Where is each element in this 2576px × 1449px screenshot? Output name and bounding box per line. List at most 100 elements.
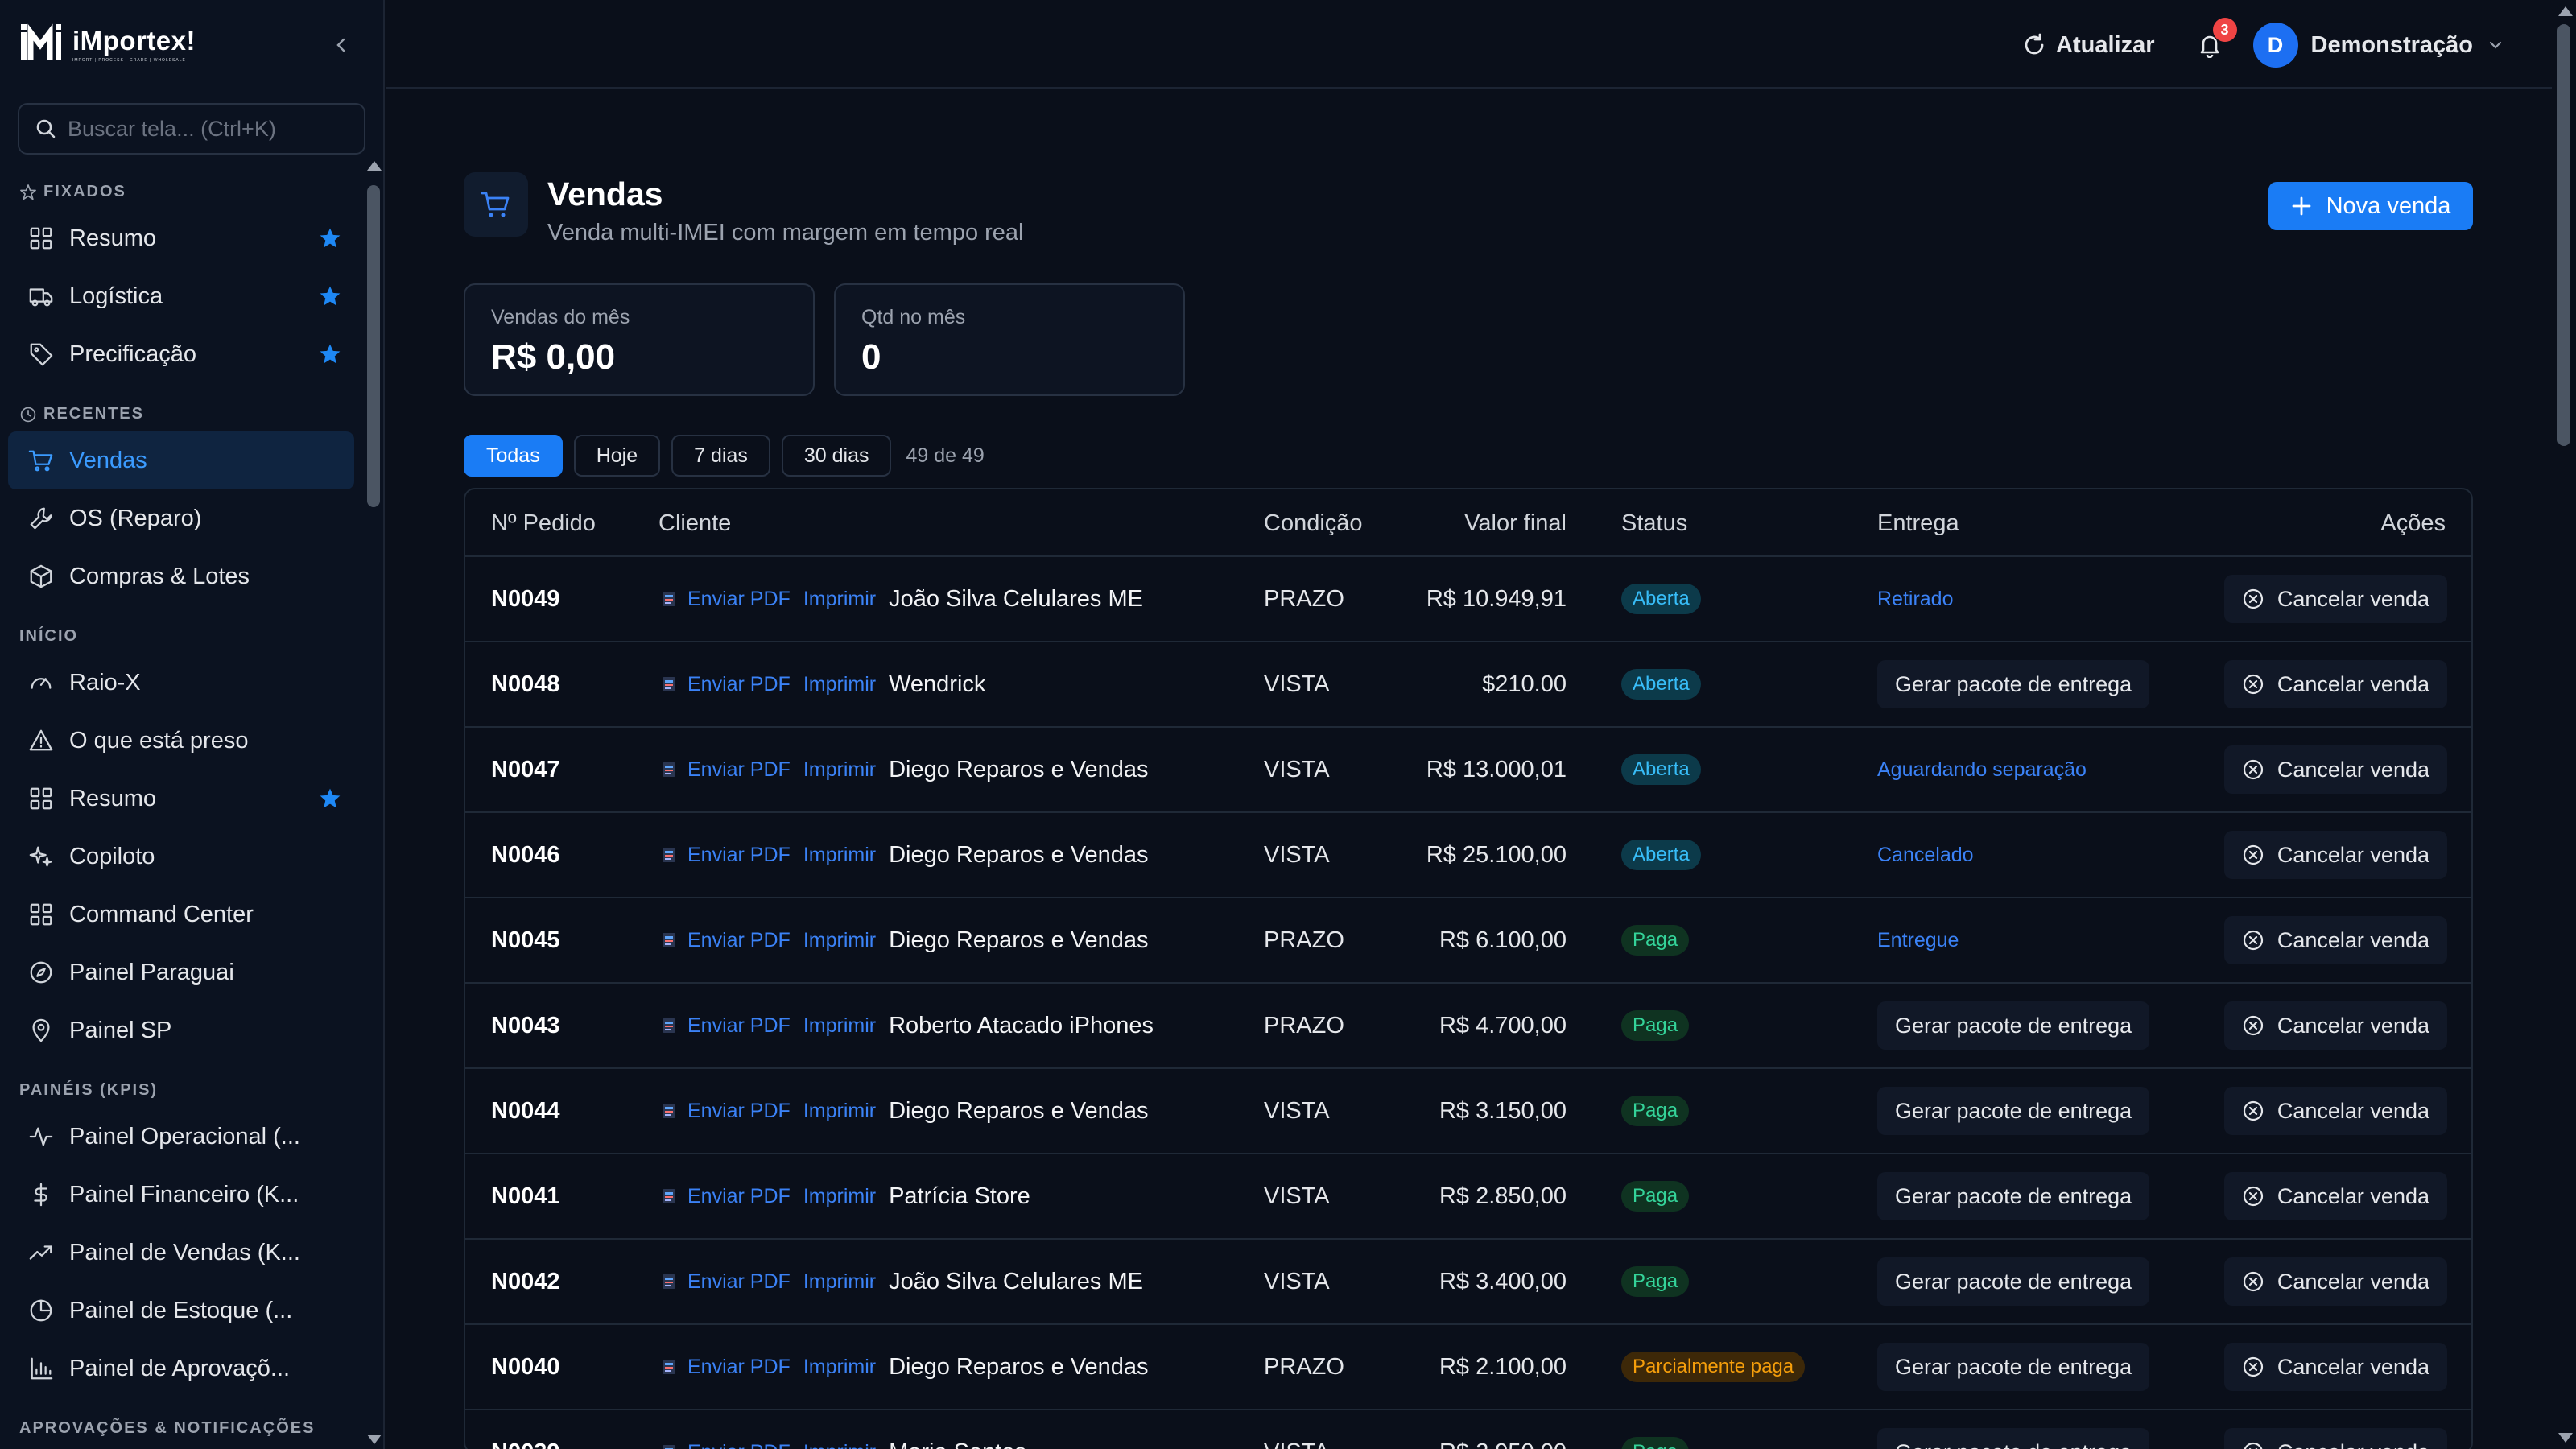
search-input[interactable] [68, 116, 357, 142]
print-link[interactable]: Imprimir [803, 1441, 876, 1449]
cancel-sale-button[interactable]: Cancelar venda [2223, 1257, 2447, 1306]
column-header-delivery[interactable]: Entrega [1877, 489, 1959, 557]
sidebar-item-painel-financeiro-k[interactable]: Painel Financeiro (K... [8, 1166, 354, 1224]
column-header-order[interactable]: Nº Pedido [491, 489, 596, 557]
generate-delivery-button[interactable]: Gerar pacote de entrega [1877, 1257, 2150, 1306]
sidebar-item-o-que-esta-preso[interactable]: O que está preso [8, 712, 354, 770]
table-row[interactable]: N0049 Enviar PDF Imprimir João Silva Celula… [465, 557, 2471, 642]
notifications-button[interactable]: 3 [2192, 18, 2237, 63]
cancel-sale-button[interactable]: Cancelar venda [2223, 745, 2447, 794]
sidebar-item-vendas[interactable]: Vendas [8, 431, 354, 489]
delivery-status-link[interactable]: Cancelado [1877, 844, 1974, 867]
scrollbar-thumb[interactable] [367, 185, 380, 507]
refresh-button[interactable]: Atualizar [2022, 32, 2155, 59]
send-pdf-link[interactable]: Enviar PDF [687, 1100, 791, 1123]
sidebar-item-compras-lotes[interactable]: Compras & Lotes [8, 547, 354, 605]
cancel-sale-button[interactable]: Cancelar venda [2223, 916, 2447, 964]
print-link[interactable]: Imprimir [803, 1185, 876, 1208]
print-link[interactable]: Imprimir [803, 1270, 876, 1294]
sidebar-item-raio-x[interactable]: Raio-X [8, 654, 354, 712]
scroll-up-arrow[interactable] [2558, 6, 2573, 16]
filter-7-days-button[interactable]: 7 dias [671, 435, 770, 477]
cancel-sale-button[interactable]: Cancelar venda [2223, 1172, 2447, 1220]
send-pdf-link[interactable]: Enviar PDF [687, 758, 791, 782]
send-pdf-link[interactable]: Enviar PDF [687, 673, 791, 696]
column-header-client[interactable]: Cliente [658, 489, 731, 557]
send-pdf-link[interactable]: Enviar PDF [687, 929, 791, 952]
send-pdf-link[interactable]: Enviar PDF [687, 588, 791, 611]
column-header-condition[interactable]: Condição [1264, 489, 1363, 557]
scroll-up-arrow[interactable] [367, 161, 382, 171]
sidebar-item-fila-de-aprovacoes[interactable]: Fila de Aprovações [8, 1446, 354, 1449]
print-link[interactable]: Imprimir [803, 588, 876, 611]
table-row[interactable]: N0040 Enviar PDF Imprimir Diego Reparos e V… [465, 1325, 2471, 1410]
generate-delivery-button[interactable]: Gerar pacote de entrega [1877, 660, 2150, 708]
cancel-sale-button[interactable]: Cancelar venda [2223, 831, 2447, 879]
cancel-sale-button[interactable]: Cancelar venda [2223, 1087, 2447, 1135]
sidebar-item-precificacao[interactable]: Precificação [8, 325, 354, 383]
delivery-status-link[interactable]: Aguardando separação [1877, 758, 2087, 782]
sidebar-item-painel-de-aprovaco[interactable]: Painel de Aprovaçõ... [8, 1340, 354, 1397]
print-link[interactable]: Imprimir [803, 929, 876, 952]
page-scrollbar[interactable] [2552, 0, 2576, 1449]
cancel-sale-button[interactable]: Cancelar venda [2223, 575, 2447, 623]
generate-delivery-button[interactable]: Gerar pacote de entrega [1877, 1172, 2150, 1220]
sidebar-item-painel-de-estoque[interactable]: Painel de Estoque (... [8, 1282, 354, 1340]
print-link[interactable]: Imprimir [803, 844, 876, 867]
column-header-status[interactable]: Status [1621, 489, 1687, 557]
sidebar-item-painel-de-vendas-k[interactable]: Painel de Vendas (K... [8, 1224, 354, 1282]
sidebar-item-command-center[interactable]: Command Center [8, 886, 354, 943]
sidebar-item-os-reparo[interactable]: OS (Reparo) [8, 489, 354, 547]
table-row[interactable]: N0045 Enviar PDF Imprimir Diego Reparos e V… [465, 898, 2471, 984]
sidebar-item-copiloto[interactable]: Copiloto [8, 828, 354, 886]
generate-delivery-button[interactable]: Gerar pacote de entrega [1877, 1087, 2150, 1135]
star-icon[interactable] [319, 227, 341, 250]
sidebar-item-resumo[interactable]: Resumo [8, 209, 354, 267]
delivery-status-link[interactable]: Entregue [1877, 929, 1959, 952]
new-sale-button[interactable]: Nova venda [2268, 182, 2473, 230]
sidebar-item-logistica[interactable]: Logística [8, 267, 354, 325]
sidebar-item-painel-paraguai[interactable]: Painel Paraguai [8, 943, 354, 1001]
cancel-sale-button[interactable]: Cancelar venda [2223, 1343, 2447, 1391]
table-row[interactable]: N0039 Enviar PDF Imprimir Maria Santos VISTA… [465, 1410, 2471, 1449]
star-icon[interactable] [319, 285, 341, 308]
generate-delivery-button[interactable]: Gerar pacote de entrega [1877, 1001, 2150, 1050]
user-menu[interactable]: D Demonstração [2252, 23, 2504, 68]
send-pdf-link[interactable]: Enviar PDF [687, 1270, 791, 1294]
star-icon[interactable] [319, 343, 341, 365]
filter-today-button[interactable]: Hoje [573, 435, 661, 477]
app-logo[interactable]: iMportex! IMPORT | PROCESS | GRADE | WHO… [18, 19, 364, 69]
print-link[interactable]: Imprimir [803, 673, 876, 696]
scroll-down-arrow[interactable] [2558, 1433, 2573, 1443]
table-row[interactable]: N0044 Enviar PDF Imprimir Diego Reparos e V… [465, 1069, 2471, 1154]
sidebar-item-painel-sp[interactable]: Painel SP [8, 1001, 354, 1059]
search-box[interactable] [18, 103, 365, 155]
sidebar-item-resumo[interactable]: Resumo [8, 770, 354, 828]
delivery-status-link[interactable]: Retirado [1877, 588, 1954, 611]
print-link[interactable]: Imprimir [803, 1356, 876, 1379]
print-link[interactable]: Imprimir [803, 1100, 876, 1123]
collapse-sidebar-button[interactable] [325, 29, 357, 61]
send-pdf-link[interactable]: Enviar PDF [687, 844, 791, 867]
table-row[interactable]: N0041 Enviar PDF Imprimir Patrícia Store VIS… [465, 1154, 2471, 1240]
column-header-final-value[interactable]: Valor final [1464, 489, 1567, 557]
send-pdf-link[interactable]: Enviar PDF [687, 1441, 791, 1449]
sidebar-item-painel-operacional[interactable]: Painel Operacional (... [8, 1108, 354, 1166]
table-row[interactable]: N0042 Enviar PDF Imprimir João Silva Celula… [465, 1240, 2471, 1325]
cancel-sale-button[interactable]: Cancelar venda [2223, 1428, 2447, 1449]
table-row[interactable]: N0043 Enviar PDF Imprimir Roberto Atacado i… [465, 984, 2471, 1069]
table-row[interactable]: N0046 Enviar PDF Imprimir Diego Reparos e V… [465, 813, 2471, 898]
send-pdf-link[interactable]: Enviar PDF [687, 1185, 791, 1208]
generate-delivery-button[interactable]: Gerar pacote de entrega [1877, 1343, 2150, 1391]
cancel-sale-button[interactable]: Cancelar venda [2223, 660, 2447, 708]
sidebar-scrollbar[interactable] [361, 158, 385, 1449]
print-link[interactable]: Imprimir [803, 758, 876, 782]
cancel-sale-button[interactable]: Cancelar venda [2223, 1001, 2447, 1050]
scroll-down-arrow[interactable] [367, 1435, 382, 1444]
table-row[interactable]: N0048 Enviar PDF Imprimir Wendrick VISTA $210… [465, 642, 2471, 728]
generate-delivery-button[interactable]: Gerar pacote de entrega [1877, 1428, 2150, 1449]
star-icon[interactable] [319, 787, 341, 810]
send-pdf-link[interactable]: Enviar PDF [687, 1014, 791, 1038]
filter-30-days-button[interactable]: 30 dias [781, 435, 892, 477]
print-link[interactable]: Imprimir [803, 1014, 876, 1038]
